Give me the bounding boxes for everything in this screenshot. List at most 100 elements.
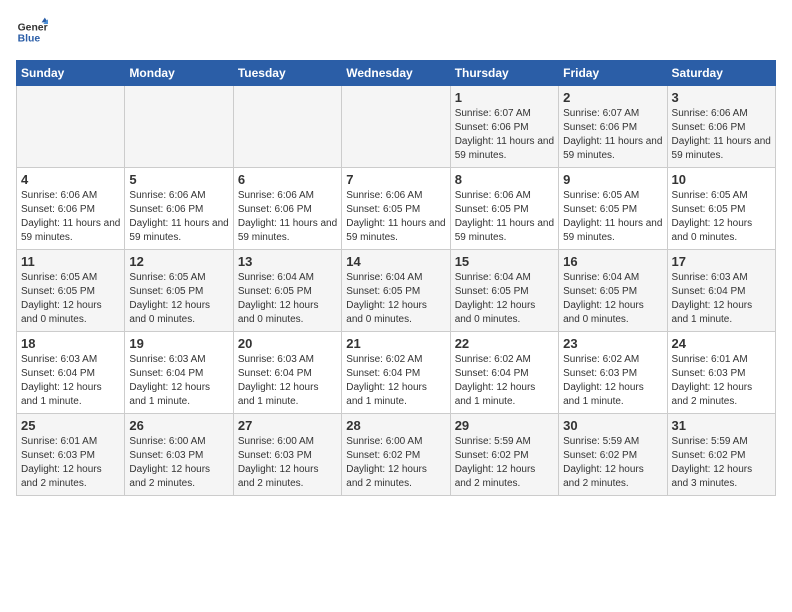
day-number: 11 bbox=[21, 254, 120, 269]
day-number: 4 bbox=[21, 172, 120, 187]
calendar-cell: 2 Sunrise: 6:07 AMSunset: 6:06 PMDaylight… bbox=[559, 86, 667, 168]
cell-content: Sunrise: 6:05 AMSunset: 6:05 PMDaylight:… bbox=[21, 271, 120, 327]
day-number: 24 bbox=[672, 336, 771, 351]
calendar-cell: 12Sunrise: 6:05 AMSunset: 6:05 PMDayligh… bbox=[125, 250, 233, 332]
calendar-cell bbox=[233, 86, 341, 168]
cell-content: Sunrise: 6:03 AMSunset: 6:04 PMDaylight:… bbox=[672, 271, 771, 327]
cell-content: Sunrise: 6:03 AMSunset: 6:04 PMDaylight:… bbox=[21, 353, 120, 409]
calendar-cell bbox=[342, 86, 450, 168]
week-row-3: 11 Sunrise: 6:05 AMSunset: 6:05 PMDayligh… bbox=[17, 250, 776, 332]
day-header-tuesday: Tuesday bbox=[233, 61, 341, 86]
day-header-friday: Friday bbox=[559, 61, 667, 86]
day-number: 10 bbox=[672, 172, 771, 187]
day-number: 18 bbox=[21, 336, 120, 351]
cell-content: Sunrise: 6:00 AMSunset: 6:03 PMDaylight:… bbox=[238, 435, 337, 491]
calendar-cell: 26 Sunrise: 6:00 AMSunset: 6:03 PMDayligh… bbox=[125, 414, 233, 496]
cell-content: Sunrise: 6:01 AMSunset: 6:03 PMDaylight:… bbox=[21, 435, 120, 491]
calendar-cell: 31Sunrise: 5:59 AMSunset: 6:02 PMDayligh… bbox=[667, 414, 775, 496]
cell-content: Sunrise: 5:59 AMSunset: 6:02 PMDaylight:… bbox=[455, 435, 554, 491]
day-number: 7 bbox=[346, 172, 445, 187]
calendar-cell: 25 Sunrise: 6:01 AMSunset: 6:03 PMDayligh… bbox=[17, 414, 125, 496]
calendar-cell: 22Sunrise: 6:02 AMSunset: 6:04 PMDayligh… bbox=[450, 332, 558, 414]
calendar-cell: 16 Sunrise: 6:04 AMSunset: 6:05 PMDayligh… bbox=[559, 250, 667, 332]
cell-content: Sunrise: 6:07 AMSunset: 6:06 PMDaylight:… bbox=[455, 107, 554, 163]
cell-content: Sunrise: 5:59 AMSunset: 6:02 PMDaylight:… bbox=[563, 435, 662, 491]
day-number: 1 bbox=[455, 90, 554, 105]
cell-content: Sunrise: 6:04 AMSunset: 6:05 PMDaylight:… bbox=[563, 271, 662, 327]
cell-content: Sunrise: 6:06 AMSunset: 6:05 PMDaylight:… bbox=[346, 189, 445, 245]
calendar-cell: 19 Sunrise: 6:03 AMSunset: 6:04 PMDayligh… bbox=[125, 332, 233, 414]
cell-content: Sunrise: 5:59 AMSunset: 6:02 PMDaylight:… bbox=[672, 435, 771, 491]
calendar-cell bbox=[17, 86, 125, 168]
day-number: 16 bbox=[563, 254, 662, 269]
page-header: General Blue bbox=[16, 16, 776, 48]
cell-content: Sunrise: 6:04 AMSunset: 6:05 PMDaylight:… bbox=[238, 271, 337, 327]
cell-content: Sunrise: 6:06 AMSunset: 6:06 PMDaylight:… bbox=[238, 189, 337, 245]
day-number: 14 bbox=[346, 254, 445, 269]
day-number: 19 bbox=[129, 336, 228, 351]
logo-icon: General Blue bbox=[16, 16, 48, 48]
day-number: 3 bbox=[672, 90, 771, 105]
day-number: 15 bbox=[455, 254, 554, 269]
day-number: 27 bbox=[238, 418, 337, 433]
calendar-cell bbox=[125, 86, 233, 168]
day-number: 29 bbox=[455, 418, 554, 433]
cell-content: Sunrise: 6:02 AMSunset: 6:03 PMDaylight:… bbox=[563, 353, 662, 409]
calendar-cell: 9 Sunrise: 6:05 AMSunset: 6:05 PMDaylight… bbox=[559, 168, 667, 250]
cell-content: Sunrise: 6:06 AMSunset: 6:06 PMDaylight:… bbox=[129, 189, 228, 245]
day-header-thursday: Thursday bbox=[450, 61, 558, 86]
day-number: 23 bbox=[563, 336, 662, 351]
week-row-5: 25 Sunrise: 6:01 AMSunset: 6:03 PMDayligh… bbox=[17, 414, 776, 496]
day-number: 9 bbox=[563, 172, 662, 187]
cell-content: Sunrise: 6:04 AMSunset: 6:05 PMDaylight:… bbox=[455, 271, 554, 327]
calendar-table: SundayMondayTuesdayWednesdayThursdayFrid… bbox=[16, 60, 776, 496]
day-number: 28 bbox=[346, 418, 445, 433]
calendar-cell: 13 Sunrise: 6:04 AMSunset: 6:05 PMDayligh… bbox=[233, 250, 341, 332]
calendar-cell: 28 Sunrise: 6:00 AMSunset: 6:02 PMDayligh… bbox=[342, 414, 450, 496]
cell-content: Sunrise: 6:02 AMSunset: 6:04 PMDaylight:… bbox=[455, 353, 554, 409]
day-number: 20 bbox=[238, 336, 337, 351]
calendar-cell: 23 Sunrise: 6:02 AMSunset: 6:03 PMDayligh… bbox=[559, 332, 667, 414]
day-number: 2 bbox=[563, 90, 662, 105]
day-number: 17 bbox=[672, 254, 771, 269]
cell-content: Sunrise: 6:03 AMSunset: 6:04 PMDaylight:… bbox=[238, 353, 337, 409]
svg-text:General: General bbox=[18, 22, 48, 33]
day-number: 25 bbox=[21, 418, 120, 433]
day-number: 12 bbox=[129, 254, 228, 269]
cell-content: Sunrise: 6:00 AMSunset: 6:02 PMDaylight:… bbox=[346, 435, 445, 491]
day-number: 21 bbox=[346, 336, 445, 351]
calendar-cell: 1 Sunrise: 6:07 AMSunset: 6:06 PMDaylight… bbox=[450, 86, 558, 168]
logo: General Blue bbox=[16, 16, 48, 48]
svg-text:Blue: Blue bbox=[18, 34, 41, 45]
day-number: 13 bbox=[238, 254, 337, 269]
day-number: 5 bbox=[129, 172, 228, 187]
calendar-cell: 5 Sunrise: 6:06 AMSunset: 6:06 PMDaylight… bbox=[125, 168, 233, 250]
cell-content: Sunrise: 6:06 AMSunset: 6:06 PMDaylight:… bbox=[672, 107, 771, 163]
calendar-cell: 18 Sunrise: 6:03 AMSunset: 6:04 PMDayligh… bbox=[17, 332, 125, 414]
cell-content: Sunrise: 6:00 AMSunset: 6:03 PMDaylight:… bbox=[129, 435, 228, 491]
calendar-cell: 4 Sunrise: 6:06 AMSunset: 6:06 PMDaylight… bbox=[17, 168, 125, 250]
week-row-4: 18 Sunrise: 6:03 AMSunset: 6:04 PMDayligh… bbox=[17, 332, 776, 414]
day-number: 8 bbox=[455, 172, 554, 187]
cell-content: Sunrise: 6:06 AMSunset: 6:06 PMDaylight:… bbox=[21, 189, 120, 245]
calendar-cell: 15 Sunrise: 6:04 AMSunset: 6:05 PMDayligh… bbox=[450, 250, 558, 332]
cell-content: Sunrise: 6:02 AMSunset: 6:04 PMDaylight:… bbox=[346, 353, 445, 409]
week-row-2: 4 Sunrise: 6:06 AMSunset: 6:06 PMDaylight… bbox=[17, 168, 776, 250]
week-row-1: 1 Sunrise: 6:07 AMSunset: 6:06 PMDaylight… bbox=[17, 86, 776, 168]
calendar-cell: 10 Sunrise: 6:05 AMSunset: 6:05 PMDayligh… bbox=[667, 168, 775, 250]
calendar-cell: 8Sunrise: 6:06 AMSunset: 6:05 PMDaylight… bbox=[450, 168, 558, 250]
calendar-cell: 21 Sunrise: 6:02 AMSunset: 6:04 PMDayligh… bbox=[342, 332, 450, 414]
calendar-cell: 3 Sunrise: 6:06 AMSunset: 6:06 PMDaylight… bbox=[667, 86, 775, 168]
cell-content: Sunrise: 6:07 AMSunset: 6:06 PMDaylight:… bbox=[563, 107, 662, 163]
cell-content: Sunrise: 6:05 AMSunset: 6:05 PMDaylight:… bbox=[672, 189, 771, 245]
calendar-cell: 14Sunrise: 6:04 AMSunset: 6:05 PMDayligh… bbox=[342, 250, 450, 332]
calendar-cell: 30 Sunrise: 5:59 AMSunset: 6:02 PMDayligh… bbox=[559, 414, 667, 496]
day-number: 26 bbox=[129, 418, 228, 433]
cell-content: Sunrise: 6:05 AMSunset: 6:05 PMDaylight:… bbox=[563, 189, 662, 245]
cell-content: Sunrise: 6:03 AMSunset: 6:04 PMDaylight:… bbox=[129, 353, 228, 409]
day-number: 30 bbox=[563, 418, 662, 433]
calendar-cell: 17 Sunrise: 6:03 AMSunset: 6:04 PMDayligh… bbox=[667, 250, 775, 332]
calendar-cell: 20 Sunrise: 6:03 AMSunset: 6:04 PMDayligh… bbox=[233, 332, 341, 414]
calendar-cell: 6Sunrise: 6:06 AMSunset: 6:06 PMDaylight… bbox=[233, 168, 341, 250]
calendar-cell: 29 Sunrise: 5:59 AMSunset: 6:02 PMDayligh… bbox=[450, 414, 558, 496]
